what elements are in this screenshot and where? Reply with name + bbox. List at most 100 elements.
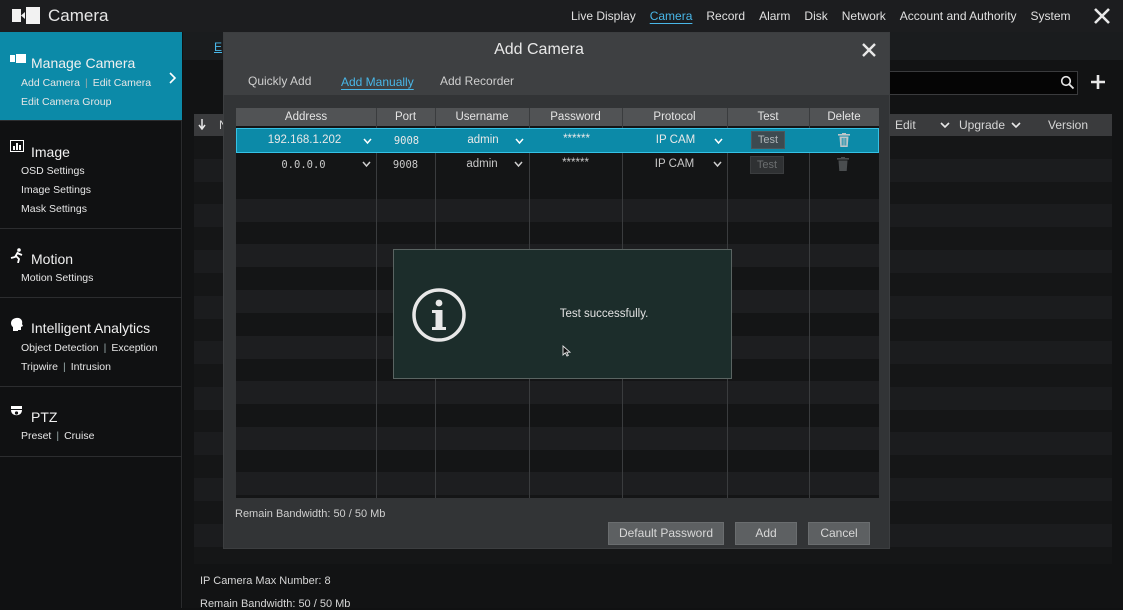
sidebar-title-ptz: PTZ (31, 409, 58, 425)
sidebar-line: Preset | Cruise (21, 430, 94, 442)
test-button[interactable]: Test (751, 131, 785, 149)
sidebar-item-edit-camera-group[interactable]: Edit Camera Group (21, 96, 111, 108)
nav-disk[interactable]: Disk (804, 9, 827, 23)
port-field[interactable]: 9008 (376, 159, 435, 171)
address-field[interactable]: 0.0.0.0 (236, 159, 371, 171)
sidebar-title-image: Image (31, 144, 70, 160)
trash-icon[interactable] (837, 157, 849, 171)
table-row (194, 546, 1112, 569)
sidebar-item-image-settings[interactable]: Image Settings (21, 184, 91, 196)
column-header-username: Username (455, 111, 509, 123)
plus-icon[interactable] (1089, 73, 1107, 91)
motion-icon (10, 248, 23, 263)
sidebar-item-motion-settings[interactable]: Motion Settings (21, 272, 93, 284)
grid-empty-row (236, 404, 879, 427)
column-header-version: Version (1048, 118, 1089, 132)
content-tab[interactable]: E (214, 40, 222, 54)
password-field[interactable]: ****** (529, 157, 622, 169)
sidebar-item-intrusion[interactable]: Intrusion (71, 361, 111, 373)
nav-account-authority[interactable]: Account and Authority (900, 9, 1017, 23)
nav-alarm[interactable]: Alarm (759, 9, 790, 23)
image-icon (10, 140, 24, 152)
port-field[interactable]: 9008 (377, 135, 436, 147)
tab-add-recorder[interactable]: Add Recorder (440, 74, 514, 88)
test-button[interactable]: Test (750, 156, 784, 174)
chevron-down-icon[interactable] (362, 161, 371, 168)
sidebar-item-exception[interactable]: Exception (111, 342, 157, 354)
sidebar-item-preset[interactable]: Preset (21, 430, 51, 442)
sidebar-item-cruise[interactable]: Cruise (64, 430, 94, 442)
nav-system[interactable]: System (1031, 9, 1071, 23)
nav-record[interactable]: Record (706, 9, 745, 23)
popup-message: Test successfully. (559, 308, 649, 320)
column-header-address: Address (284, 111, 328, 123)
grid-empty-row (236, 222, 879, 245)
sidebar-item-mask-settings[interactable]: Mask Settings (21, 203, 87, 215)
chevron-down-icon[interactable] (714, 138, 723, 145)
info-icon (412, 288, 466, 342)
sidebar-line: Tripwire | Intrusion (21, 361, 111, 373)
grid-empty-row (236, 198, 879, 222)
trash-icon[interactable] (838, 133, 850, 147)
sidebar-group-ptz[interactable]: PTZ Preset | Cruise (0, 387, 182, 457)
sidebar-group-manage-camera[interactable]: Manage Camera Add Camera | Edit Camera Edi… (0, 32, 182, 121)
search-icon[interactable] (1060, 75, 1075, 90)
chevron-down-icon[interactable] (515, 138, 524, 145)
nav-camera[interactable]: Camera (650, 9, 693, 23)
chevron-right-icon (169, 72, 177, 84)
column-header-edit[interactable]: Edit (895, 118, 916, 132)
dialog-tab-bar (224, 66, 889, 95)
protocol-select[interactable]: IP CAM (623, 134, 728, 146)
default-password-button[interactable]: Default Password (608, 522, 724, 545)
separator: | (56, 430, 60, 442)
separator: | (103, 342, 107, 354)
separator: | (84, 77, 88, 89)
message-popup: Test successfully. (393, 249, 732, 379)
top-bar: Camera Live Display Camera Record Alarm … (0, 0, 1123, 32)
column-header-delete: Delete (827, 111, 861, 123)
chevron-down-icon[interactable] (363, 138, 372, 145)
app-title: Camera (48, 6, 109, 25)
sidebar-item-object-detection[interactable]: Object Detection (21, 342, 99, 354)
sidebar-item-edit-camera[interactable]: Edit Camera (93, 77, 151, 89)
dialog-title: Add Camera (494, 41, 584, 58)
nav-live-display[interactable]: Live Display (571, 9, 636, 23)
table-row[interactable]: 192.168.1.202 9008 admin ****** IP CAM T… (236, 128, 879, 153)
chevron-down-icon[interactable] (713, 161, 722, 168)
sidebar-line: Object Detection | Exception (21, 342, 157, 354)
password-field[interactable]: ****** (530, 133, 623, 145)
grid-empty-row (236, 450, 879, 473)
sidebar-item-osd-settings[interactable]: OSD Settings (21, 165, 85, 177)
close-icon[interactable] (861, 42, 877, 58)
remain-bandwidth: Remain Bandwidth: 50 / 50 Mb (235, 508, 386, 520)
cancel-button[interactable]: Cancel (808, 522, 870, 545)
chevron-down-icon[interactable] (940, 122, 950, 129)
address-field[interactable]: 192.168.1.202 (237, 134, 372, 146)
sidebar-group-image[interactable]: Image OSD Settings Image Settings Mask S… (0, 121, 182, 229)
table-row[interactable]: 0.0.0.0 9008 admin ****** IP CAM Test (236, 153, 879, 176)
protocol-select[interactable]: IP CAM (622, 158, 727, 170)
column-header-password: Password (550, 111, 601, 123)
sidebar-item-tripwire[interactable]: Tripwire (21, 361, 58, 373)
sidebar-group-intelligent-analytics[interactable]: Intelligent Analytics Object Detection | E… (0, 298, 182, 387)
sidebar-title-manage-camera: Manage Camera (31, 55, 136, 71)
ptz-dome-icon (11, 406, 22, 416)
sort-down-icon[interactable] (198, 119, 206, 130)
grid-empty-row (236, 176, 879, 199)
grid-header: Address Port Username Password Protocol … (236, 108, 879, 126)
top-nav: Live Display Camera Record Alarm Disk Ne… (564, 0, 1078, 32)
add-button[interactable]: Add (735, 522, 797, 545)
tab-add-manually[interactable]: Add Manually (341, 75, 414, 89)
close-icon[interactable] (1092, 6, 1112, 26)
chevron-down-icon[interactable] (514, 161, 523, 168)
nav-network[interactable]: Network (842, 9, 886, 23)
analytics-head-icon (11, 317, 23, 331)
sidebar-group-motion[interactable]: Motion Motion Settings (0, 229, 182, 298)
column-header-upgrade[interactable]: Upgrade (959, 118, 1005, 132)
chevron-down-icon[interactable] (1011, 122, 1021, 129)
sidebar-item-add-camera[interactable]: Add Camera (21, 77, 80, 89)
tab-quickly-add[interactable]: Quickly Add (248, 74, 311, 88)
grid-empty-row (236, 381, 879, 405)
sidebar-title-motion: Motion (31, 251, 74, 267)
search-input[interactable] (888, 71, 1078, 95)
